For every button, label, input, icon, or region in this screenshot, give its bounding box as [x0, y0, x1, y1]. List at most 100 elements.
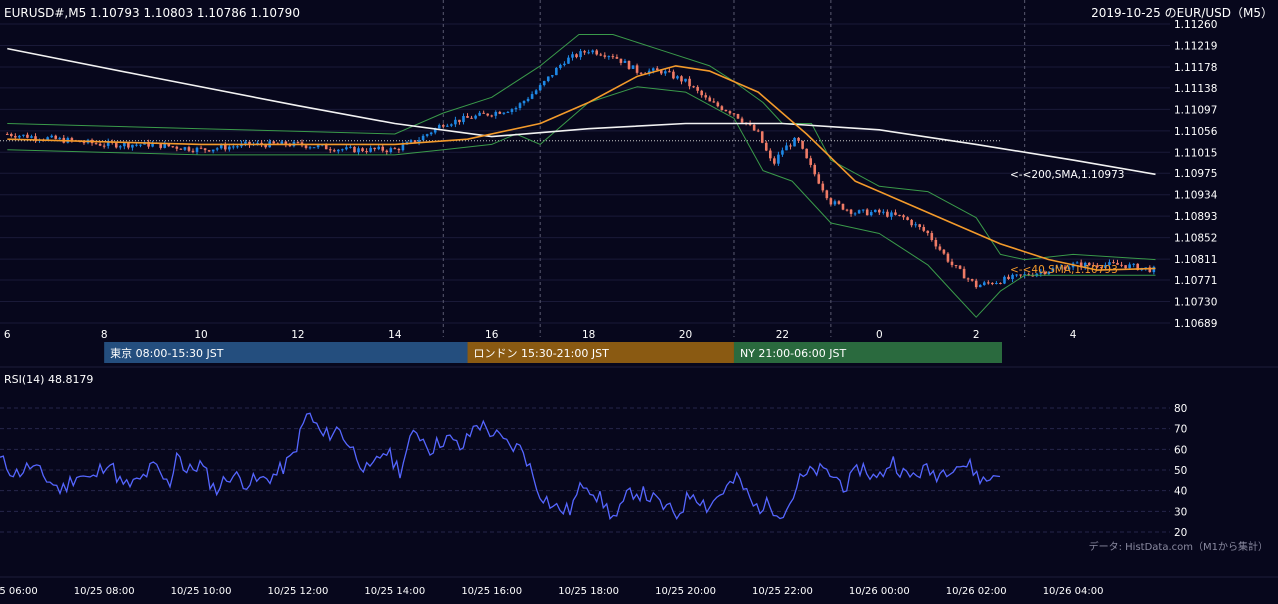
- rsi-label: RSI(14) 48.8179: [4, 373, 93, 386]
- candle-body: [563, 63, 566, 66]
- candle-body: [615, 57, 619, 59]
- candle-body: [942, 249, 946, 254]
- candle-body: [736, 114, 740, 119]
- candle-body: [555, 67, 558, 76]
- bottom-time-label: 10/25 22:00: [752, 586, 813, 597]
- price-tick-label: 1.10852: [1174, 233, 1217, 245]
- candle-body: [789, 145, 792, 147]
- candle-body: [946, 253, 950, 262]
- candle-body: [1132, 263, 1135, 265]
- candle-body: [534, 90, 538, 95]
- time-tick-label: 2: [973, 329, 980, 341]
- candle-body: [631, 65, 635, 69]
- candle-body: [219, 144, 223, 149]
- candle-body: [482, 112, 485, 114]
- candle-body: [353, 146, 356, 153]
- candle-body: [328, 149, 332, 151]
- sma200-line: [7, 47, 1156, 176]
- candle-body: [700, 90, 703, 96]
- bottom-time-label: 10/25 14:00: [364, 586, 425, 597]
- candle-body: [906, 217, 909, 220]
- candle-body: [692, 86, 695, 88]
- candle-body: [619, 58, 623, 63]
- candle-series: [5, 48, 1156, 289]
- bottom-time-label: 10/25 16:00: [461, 586, 522, 597]
- rsi-tick-label: 70: [1174, 424, 1187, 436]
- source-note: データ: HistData.com（M1から集計）: [1089, 540, 1268, 553]
- candle-body: [1152, 266, 1156, 273]
- candle-body: [211, 149, 215, 152]
- sma200-label: <-<200,SMA,1.10973: [1010, 169, 1124, 181]
- candle-body: [135, 144, 138, 146]
- candle-body: [502, 112, 506, 114]
- session-bar: 東京 08:00-15:30 JST ロンドン 15:30-21:00 JST NY…: [104, 342, 1002, 363]
- candle-body: [466, 116, 469, 118]
- price-tick-label: 1.11097: [1174, 104, 1217, 116]
- price-tick-label: 1.10975: [1174, 168, 1217, 180]
- price-tick-label: 1.11178: [1174, 62, 1217, 74]
- candle-body: [845, 209, 849, 211]
- candle-body: [571, 54, 574, 58]
- candle-body: [1007, 276, 1010, 279]
- candle-body: [987, 282, 990, 284]
- sma40-line: [7, 65, 1156, 271]
- candle-body: [760, 131, 764, 143]
- chart-title: 2019-10-25 のEUR/USD（M5）: [1091, 6, 1273, 20]
- candle-body: [841, 203, 845, 210]
- candle-body: [639, 72, 643, 74]
- time-tick-label: 4: [1070, 329, 1077, 341]
- candle-body: [651, 68, 655, 71]
- candle-body: [332, 150, 336, 152]
- candle-body: [203, 148, 207, 151]
- candle-body: [837, 201, 841, 204]
- candle-body: [195, 147, 199, 152]
- candle-body: [853, 213, 857, 215]
- candle-body: [890, 212, 893, 217]
- candle-body: [724, 109, 728, 112]
- candle-body: [175, 146, 179, 149]
- candle-body: [425, 134, 429, 136]
- candle-body: [526, 98, 530, 102]
- candle-body: [934, 239, 938, 247]
- candle-body: [559, 65, 562, 68]
- candle-body: [720, 106, 724, 110]
- candle-body: [514, 108, 518, 110]
- chart-svg: 1.11260 1.11219 1.11178 1.11138 1.11097 1.110…: [0, 0, 1278, 597]
- candle-body: [490, 115, 494, 117]
- candle-body: [365, 151, 368, 153]
- bottom-time-label: 10/25 12:00: [268, 586, 329, 597]
- candle-body: [805, 148, 808, 159]
- candle-body: [587, 52, 590, 54]
- candle-body: [139, 144, 142, 146]
- candle-body: [401, 144, 405, 151]
- candle-body: [902, 215, 905, 218]
- candle-body: [54, 135, 58, 139]
- rsi-tick-label: 30: [1174, 506, 1187, 518]
- candle-body: [752, 124, 756, 131]
- candle-body: [966, 278, 970, 280]
- candle-body: [567, 57, 570, 64]
- price-tick-label: 1.11015: [1174, 147, 1217, 159]
- candle-body: [708, 97, 712, 102]
- candle-body: [232, 146, 235, 148]
- candle-body: [171, 146, 175, 148]
- price-tick-label: 1.11138: [1174, 83, 1217, 95]
- time-tick-label: 12: [291, 329, 304, 341]
- candle-body: [849, 209, 853, 214]
- candle-body: [494, 111, 498, 116]
- bottom-time-label: 10/26 04:00: [1043, 586, 1104, 597]
- candle-body: [123, 142, 126, 147]
- time-tick-label: 6: [4, 329, 11, 341]
- candle-body: [5, 133, 9, 135]
- candle-body: [769, 150, 772, 159]
- indicator-lines: [7, 34, 1156, 318]
- candle-body: [470, 117, 473, 119]
- candle-body: [296, 141, 300, 143]
- candle-body: [437, 125, 441, 129]
- candle-body: [381, 146, 385, 151]
- candle-body: [179, 148, 183, 150]
- ohlc-label: EURUSD#,M5 1.10793 1.10803 1.10786 1.107…: [4, 6, 300, 20]
- candle-body: [664, 71, 667, 74]
- candle-body: [918, 224, 921, 228]
- bollinger-upper-line: [7, 34, 1156, 261]
